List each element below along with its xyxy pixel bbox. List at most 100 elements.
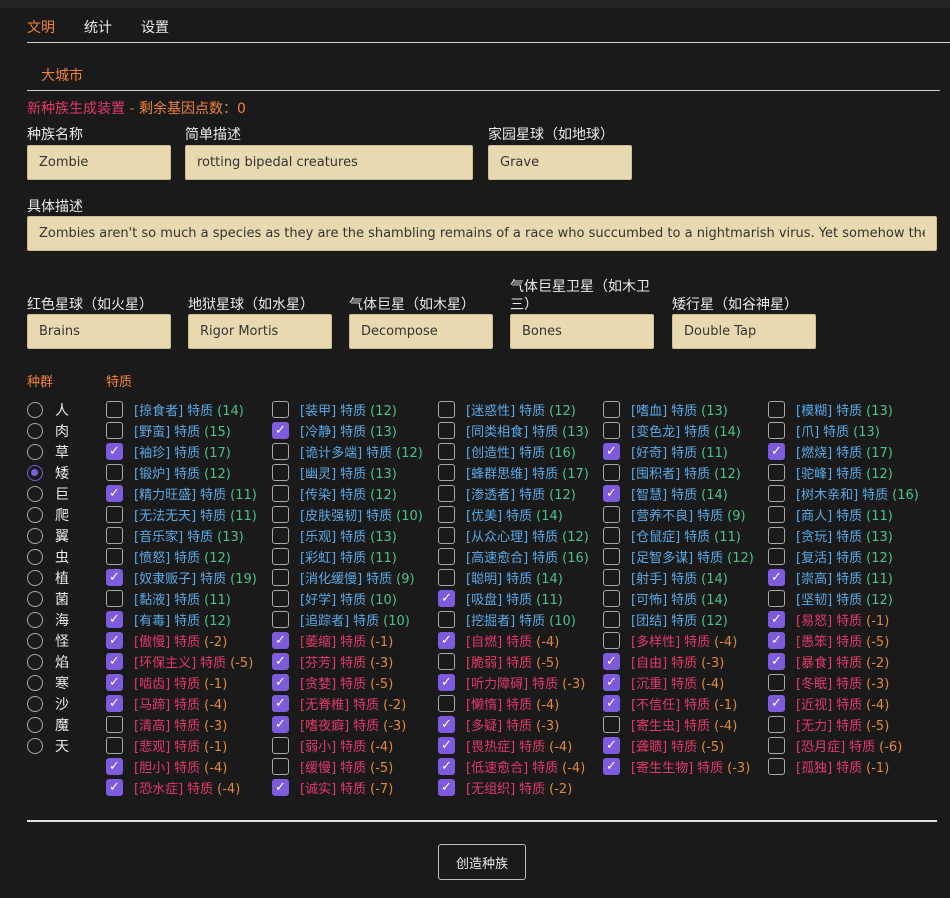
trait-option[interactable]: [自由]特质(-3)	[603, 651, 754, 672]
trait-checkbox[interactable]	[272, 737, 289, 754]
home-planet-input[interactable]	[488, 145, 632, 180]
species-radio[interactable]	[27, 422, 43, 439]
trait-checkbox[interactable]	[106, 527, 123, 544]
trait-option[interactable]: [愤怒] 特质 (12)	[106, 546, 257, 567]
trait-option[interactable]: [黏液] 特质 (11)	[106, 588, 257, 609]
tab-settings[interactable]: 设置	[141, 16, 169, 44]
trait-checkbox[interactable]	[603, 443, 620, 460]
trait-option[interactable]: [恐水症]特质(-4)	[106, 777, 257, 798]
species-radio[interactable]	[27, 527, 43, 544]
trait-option[interactable]: [智慧]特质(14)	[603, 483, 754, 504]
trait-checkbox[interactable]	[603, 422, 620, 439]
trait-checkbox[interactable]	[106, 401, 123, 418]
trait-option[interactable]: [商人] 特质 (11)	[768, 504, 919, 525]
trait-checkbox[interactable]	[272, 653, 289, 670]
trait-checkbox[interactable]	[272, 527, 289, 544]
trait-checkbox[interactable]	[106, 779, 123, 796]
trait-option[interactable]: [传染] 特质 (12)	[272, 483, 423, 504]
trait-checkbox[interactable]	[106, 695, 123, 712]
trait-checkbox[interactable]	[768, 464, 785, 481]
trait-option[interactable]: [同类相食] 特质 (13)	[438, 420, 589, 441]
trait-option[interactable]: [嗜夜癖]特质(-3)	[272, 714, 423, 735]
trait-checkbox[interactable]	[603, 464, 620, 481]
trait-option[interactable]: [易怒]特质(-1)	[768, 609, 919, 630]
trait-option[interactable]: [驼峰] 特质 (12)	[768, 462, 919, 483]
trait-option[interactable]: [胆小]特质(-4)	[106, 756, 257, 777]
trait-option[interactable]: [不信任]特质(-1)	[603, 693, 754, 714]
trait-checkbox[interactable]	[768, 653, 785, 670]
trait-checkbox[interactable]	[106, 674, 123, 691]
trait-checkbox[interactable]	[603, 695, 620, 712]
trait-checkbox[interactable]	[768, 569, 785, 586]
trait-option[interactable]: [乐观] 特质 (13)	[272, 525, 423, 546]
trait-checkbox[interactable]	[438, 737, 455, 754]
trait-option[interactable]: [寄生生物]特质(-3)	[603, 756, 754, 777]
trait-option[interactable]: [高速愈合] 特质 (16)	[438, 546, 589, 567]
trait-option[interactable]: [吸盘]特质(11)	[438, 588, 589, 609]
species-radio[interactable]	[27, 464, 43, 481]
trait-checkbox[interactable]	[768, 548, 785, 565]
species-option[interactable]: 寒	[27, 672, 69, 693]
trait-option[interactable]: [贪婪]特质(-5)	[272, 672, 423, 693]
trait-option[interactable]: [缓慢] 特质 (-5)	[272, 756, 423, 777]
trait-option[interactable]: [皮肤强韧] 特质 (10)	[272, 504, 423, 525]
dwarf-planet-input[interactable]	[672, 314, 816, 349]
tab-stats[interactable]: 统计	[84, 16, 112, 44]
trait-checkbox[interactable]	[438, 632, 455, 649]
species-radio[interactable]	[27, 611, 43, 628]
trait-checkbox[interactable]	[438, 653, 455, 670]
trait-option[interactable]: [仓鼠症] 特质 (11)	[603, 525, 754, 546]
detail-desc-input[interactable]	[27, 216, 937, 251]
trait-option[interactable]: [蜂群思维] 特质 (17)	[438, 462, 589, 483]
trait-checkbox[interactable]	[272, 716, 289, 733]
trait-checkbox[interactable]	[603, 737, 620, 754]
species-option[interactable]: 翼	[27, 525, 69, 546]
trait-option[interactable]: [创造性] 特质 (16)	[438, 441, 589, 462]
trait-option[interactable]: [寄生虫] 特质 (-4)	[603, 714, 754, 735]
trait-checkbox[interactable]	[438, 548, 455, 565]
trait-option[interactable]: [有毒]特质(12)	[106, 609, 257, 630]
trait-checkbox[interactable]	[106, 548, 123, 565]
trait-option[interactable]: [马蹄]特质(-4)	[106, 693, 257, 714]
trait-option[interactable]: [爪] 特质 (13)	[768, 420, 919, 441]
trait-checkbox[interactable]	[603, 632, 620, 649]
species-option[interactable]: 人	[27, 399, 69, 420]
trait-checkbox[interactable]	[768, 422, 785, 439]
trait-checkbox[interactable]	[106, 506, 123, 523]
trait-option[interactable]: [聋聩]特质(-5)	[603, 735, 754, 756]
trait-option[interactable]: [环保主义]特质(-5)	[106, 651, 257, 672]
species-radio[interactable]	[27, 737, 43, 754]
trait-checkbox[interactable]	[272, 695, 289, 712]
trait-option[interactable]: [好学] 特质 (10)	[272, 588, 423, 609]
trait-option[interactable]: [好奇]特质(11)	[603, 441, 754, 462]
species-option[interactable]: 巨	[27, 483, 69, 504]
trait-option[interactable]: [精力旺盛]特质(11)	[106, 483, 257, 504]
trait-checkbox[interactable]	[768, 590, 785, 607]
trait-checkbox[interactable]	[603, 611, 620, 628]
trait-option[interactable]: [近视]特质(-4)	[768, 693, 919, 714]
trait-option[interactable]: [装甲] 特质 (12)	[272, 399, 423, 420]
trait-option[interactable]: [懒惰] 特质 (-4)	[438, 693, 589, 714]
trait-option[interactable]: [悲观] 特质 (-1)	[106, 735, 257, 756]
trait-option[interactable]: [冬眠] 特质 (-3)	[768, 672, 919, 693]
trait-checkbox[interactable]	[272, 401, 289, 418]
trait-checkbox[interactable]	[106, 611, 123, 628]
trait-checkbox[interactable]	[272, 443, 289, 460]
trait-checkbox[interactable]	[603, 758, 620, 775]
trait-option[interactable]: [多疑]特质(-3)	[438, 714, 589, 735]
hell-planet-input[interactable]	[188, 314, 332, 349]
trait-option[interactable]: [沉重]特质(-4)	[603, 672, 754, 693]
trait-checkbox[interactable]	[106, 737, 123, 754]
trait-checkbox[interactable]	[272, 569, 289, 586]
species-option[interactable]: 肉	[27, 420, 69, 441]
trait-checkbox[interactable]	[438, 485, 455, 502]
subtab-metropolis[interactable]: 大城市	[41, 66, 83, 86]
trait-checkbox[interactable]	[768, 716, 785, 733]
trait-checkbox[interactable]	[768, 632, 785, 649]
trait-option[interactable]: [畏热症]特质(-4)	[438, 735, 589, 756]
trait-checkbox[interactable]	[438, 695, 455, 712]
species-option[interactable]: 海	[27, 609, 69, 630]
trait-option[interactable]: [锻炉] 特质 (12)	[106, 462, 257, 483]
tab-civilization[interactable]: 文明	[27, 16, 55, 44]
trait-option[interactable]: [贪玩] 特质 (13)	[768, 525, 919, 546]
